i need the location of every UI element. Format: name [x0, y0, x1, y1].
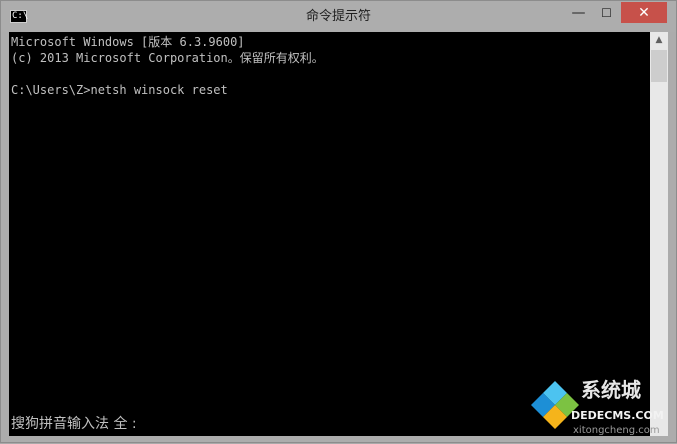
scroll-thumb[interactable] — [651, 50, 667, 82]
ime-status-bar[interactable]: 搜狗拼音输入法 全 : — [11, 416, 137, 432]
watermark-url: xitongcheng.com — [573, 425, 660, 436]
title-bar[interactable]: C:\ 命令提示符 — ☐ ✕ — [1, 1, 676, 32]
console-line-command: C:\Users\Z>netsh winsock reset — [11, 83, 228, 97]
maximize-button[interactable]: ☐ — [593, 2, 620, 23]
console-line-copyright: (c) 2013 Microsoft Corporation。保留所有权利。 — [11, 51, 324, 65]
close-button[interactable]: ✕ — [621, 2, 667, 23]
watermark-logo-icon — [531, 381, 579, 429]
watermark: 系统城 DEDECMS.COM xitongcheng.com — [523, 373, 677, 444]
cmd-icon[interactable]: C:\ — [10, 10, 28, 23]
watermark-brand: 系统城 — [581, 378, 641, 402]
scroll-up-arrow-icon[interactable]: ▲ — [650, 32, 668, 49]
watermark-domain: DEDECMS.COM — [571, 409, 664, 422]
console-line-version: Microsoft Windows [版本 6.3.9600] — [11, 35, 245, 49]
minimize-button[interactable]: — — [565, 2, 592, 23]
command-prompt-window: C:\ 命令提示符 — ☐ ✕ Microsoft Windows [版本 6.… — [0, 0, 677, 443]
